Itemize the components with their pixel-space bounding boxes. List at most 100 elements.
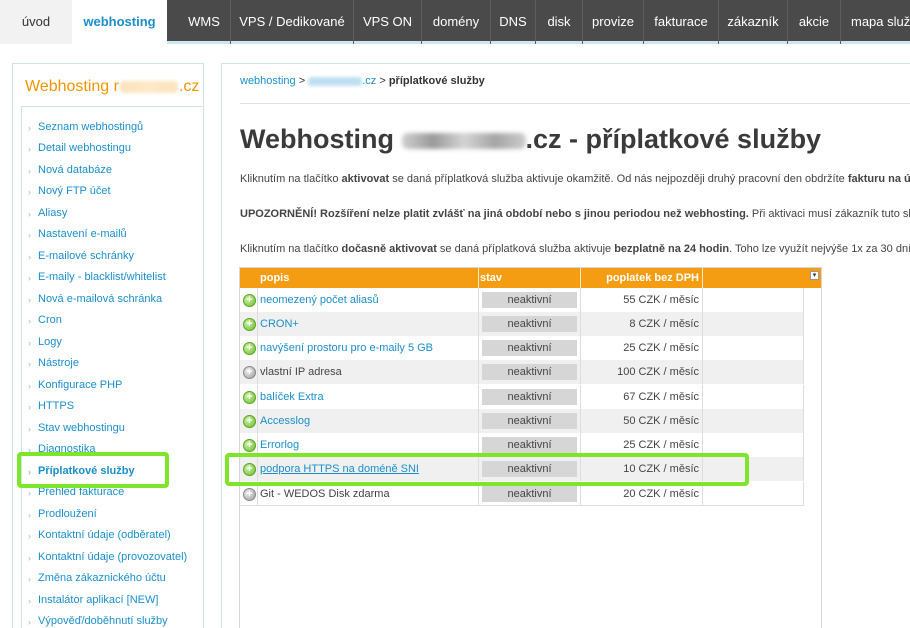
cell-separator (478, 288, 479, 312)
nav-item-vps-dedikovane[interactable]: VPS / Dedikované (231, 0, 353, 44)
cell-separator (478, 385, 479, 409)
nav-item-vps-on[interactable]: VPS ON (354, 0, 421, 44)
activate-plus-icon[interactable]: + (243, 294, 256, 307)
service-name-link[interactable]: balíček Extra (260, 385, 324, 409)
price-value: 25 CZK / měsíc (623, 342, 699, 354)
nav-item-akcie[interactable]: akcie (788, 0, 840, 44)
row-bottom-border (240, 505, 804, 506)
sidebar-item-kontaktni-udaje-provozovatel[interactable]: › Kontaktní údaje (provozovatel) (28, 551, 187, 563)
service-name-link[interactable]: neomezený počet aliasů (260, 288, 379, 312)
activate-plus-icon[interactable]: + (243, 488, 256, 501)
sidebar-item-nastaveni-emailu[interactable]: › Nastavení e-mailů (28, 228, 127, 240)
nav-item-wms[interactable]: WMS (178, 0, 230, 44)
sidebar-menu: › Seznam webhostingů › Detail webhostingu … (21, 106, 203, 628)
sidebar-item-nova-databaze[interactable]: › Nová databáze (28, 164, 112, 176)
sidebar-item-emailove-schranky[interactable]: › E-mailové schránky (28, 250, 134, 262)
activate-plus-icon[interactable]: + (243, 342, 256, 355)
sidebar-item-kontaktni-udaje-odberatel[interactable]: › Kontaktní údaje (odběratel) (28, 529, 171, 541)
column-header-poplatek[interactable]: poplatek bez DPH (581, 268, 699, 288)
nav-item-zakaznik[interactable]: zákazník (719, 0, 787, 44)
sidebar-item-label: Nová e-mailová schránka (38, 293, 163, 305)
service-name-link[interactable]: navýšení prostoru pro e-maily 5 GB (260, 336, 433, 360)
cell-separator (803, 385, 804, 409)
nav-item-webhosting[interactable]: webhosting (72, 0, 167, 47)
table-row: + balíček Extra neaktivní 67 CZK / měsíc (240, 385, 804, 409)
activate-plus-icon[interactable]: + (243, 366, 256, 379)
sidebar-item-label: Seznam webhostingů (38, 121, 144, 133)
price-value: 50 CZK / měsíc (623, 415, 699, 427)
chevron-right-icon: › (28, 144, 31, 154)
column-header-stav[interactable]: stav (480, 268, 502, 288)
table-row: + neomezený počet aliasů neaktivní 55 CZ… (240, 288, 804, 312)
page-title-suffix: .cz - příplatkové služby (525, 124, 822, 154)
nav-item-fakturace[interactable]: fakturace (644, 0, 718, 44)
text: Kliknutím na tlačítko (240, 243, 342, 255)
sidebar-item-zmena-zakaznickeho-uctu[interactable]: › Změna zákaznického účtu (28, 572, 166, 584)
sidebar-item-label: Nový FTP účet (38, 185, 111, 197)
sidebar-item-label: E-maily - blacklist/whitelist (38, 271, 166, 283)
chevron-right-icon: › (28, 424, 31, 434)
cell-separator (803, 288, 804, 312)
sidebar-item-novy-ftp-ucet[interactable]: › Nový FTP účet (28, 185, 111, 197)
breadcrumb-link-domain[interactable]: .cz (308, 75, 376, 87)
nav-item-uvod[interactable]: úvod (0, 0, 72, 44)
cell-separator (257, 385, 258, 409)
sidebar-item-prodlouzeni[interactable]: › Prodloužení (28, 508, 97, 520)
sidebar-item-vypoved-sluzby[interactable]: › Výpověď/doběhnutí služby (28, 615, 168, 627)
text-bold: fakturu na úhra (847, 173, 910, 185)
breadcrumb: webhosting > .cz > příplatkové služby (240, 75, 485, 87)
sidebar-item-cron[interactable]: › Cron (28, 314, 62, 326)
sidebar-item-stav-webhostingu[interactable]: › Stav webhostingu (28, 422, 125, 434)
activate-plus-icon[interactable]: + (243, 439, 256, 452)
sidebar-item-konfigurace-php[interactable]: › Konfigurace PHP (28, 379, 122, 391)
nav-item-dns[interactable]: DNS (491, 0, 535, 44)
sidebar-item-label: Instalátor aplikací [NEW] (38, 594, 159, 606)
info-paragraph-activate: Kliknutím na tlačítko aktivovat se daná … (240, 173, 910, 185)
chevron-right-icon: › (28, 596, 31, 606)
sidebar-title-prefix: Webhosting r (25, 78, 119, 95)
sidebar-item-https[interactable]: › HTTPS (28, 400, 74, 412)
chevron-right-icon: › (28, 252, 31, 262)
cell-separator (257, 360, 258, 384)
activate-plus-icon[interactable]: + (243, 415, 256, 428)
price-value: 67 CZK / měsíc (623, 391, 699, 403)
chevron-right-icon: › (28, 553, 31, 563)
nav-item-provize[interactable]: provize (583, 0, 643, 44)
service-name: vlastní IP adresa (260, 366, 342, 378)
price-value: 8 CZK / měsíc (629, 318, 699, 330)
top-navigation: úvod webhosting WMS VPS / Dedikované VPS… (0, 0, 910, 47)
service-name-link[interactable]: Accesslog (260, 409, 310, 433)
column-menu-dropdown-icon[interactable]: ▾ (810, 271, 819, 280)
breadcrumb-current: příplatkové služby (388, 75, 485, 87)
sidebar-item-nastroje[interactable]: › Nástroje (28, 357, 79, 369)
status-badge: neaktivní (482, 316, 577, 332)
sidebar-item-logy[interactable]: › Logy (28, 336, 62, 348)
sidebar-item-label: Nástroje (38, 357, 79, 369)
activate-plus-icon[interactable]: + (243, 318, 256, 331)
status-badge: neaktivní (482, 364, 577, 380)
sidebar-item-label: Stav webhostingu (38, 422, 125, 434)
service-name-link[interactable]: CRON+ (260, 312, 299, 336)
nav-item-domeny[interactable]: domény (422, 0, 490, 44)
nav-item-mapa-sluzeb[interactable]: mapa služe (842, 0, 910, 44)
chevron-right-icon: › (28, 123, 31, 133)
sidebar-item-emaily-blacklist[interactable]: › E-maily - blacklist/whitelist (28, 271, 166, 283)
sidebar-item-label: Kontaktní údaje (odběratel) (38, 529, 171, 541)
sidebar-item-nova-emailova-schranka[interactable]: › Nová e-mailová schránka (28, 293, 163, 305)
price-value: 55 CZK / měsíc (623, 294, 699, 306)
header-separator (478, 268, 479, 288)
sidebar-item-seznam-webhostingu[interactable]: › Seznam webhostingů (28, 121, 144, 133)
column-header-popis[interactable]: popis (260, 268, 289, 288)
nav-item-disk[interactable]: disk (536, 0, 582, 44)
highlight-box-table-row (225, 453, 749, 486)
cell-separator (478, 312, 479, 336)
sidebar-item-detail-webhostingu[interactable]: › Detail webhostingu (28, 142, 131, 154)
sidebar-item-aliasy[interactable]: › Aliasy (28, 207, 67, 219)
sidebar-item-instalator-aplikaci[interactable]: › Instalátor aplikací [NEW] (28, 594, 159, 606)
cell-separator (803, 457, 804, 481)
chevron-right-icon: › (28, 316, 31, 326)
status-badge: neaktivní (482, 340, 577, 356)
status-badge: neaktivní (482, 413, 577, 429)
activate-plus-icon[interactable]: + (243, 391, 256, 404)
breadcrumb-link-webhosting[interactable]: webhosting (240, 75, 296, 87)
